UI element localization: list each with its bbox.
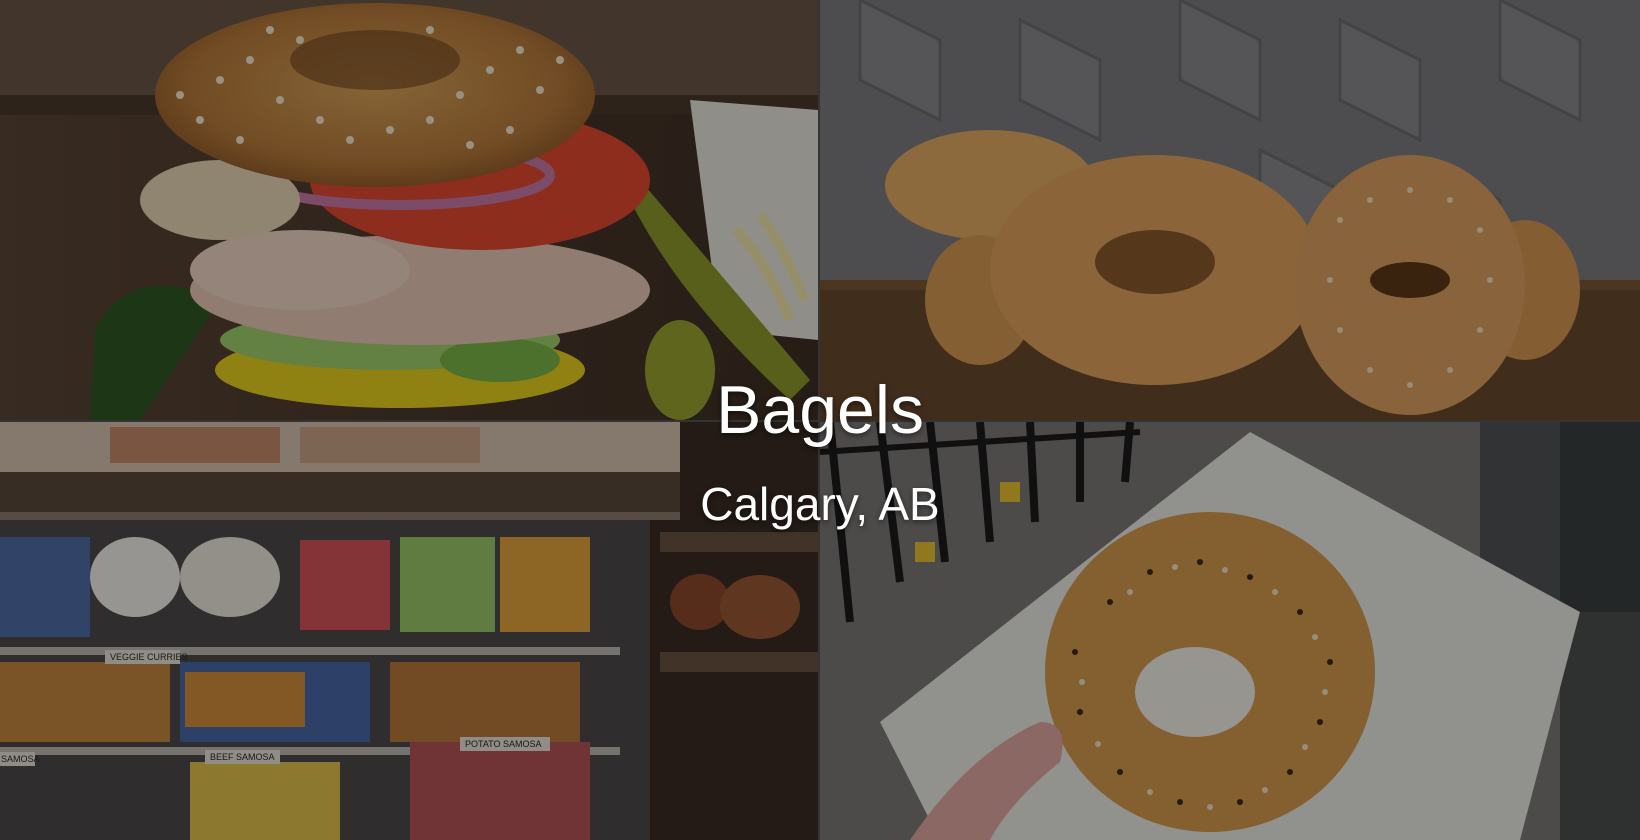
bagels-collage-hero: VEGGIE CURRIES BEEF SAMOSA POTATO SAMOSA… [0, 0, 1640, 840]
location-subtitle: Calgary, AB [700, 478, 940, 530]
page-title: Bagels [716, 372, 924, 448]
